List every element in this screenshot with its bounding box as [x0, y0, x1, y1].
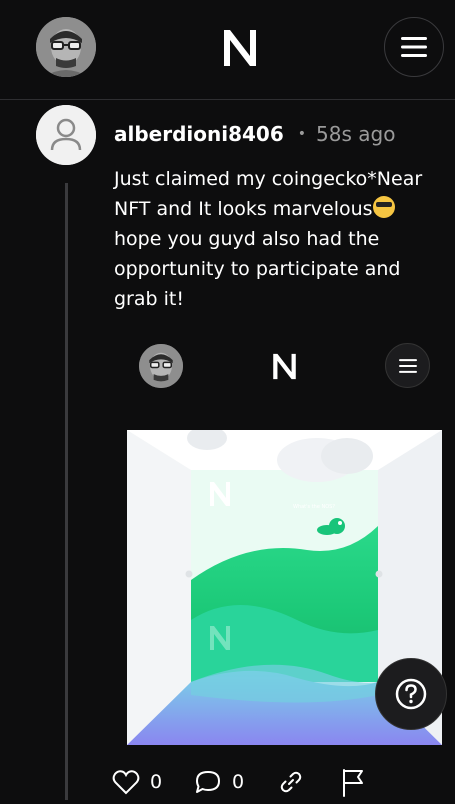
- flag-icon: [343, 769, 363, 797]
- embedded-near-logo-icon: [269, 351, 300, 382]
- comment-count: 0: [232, 771, 245, 793]
- post-actions: 0 0: [112, 765, 412, 799]
- post-author-avatar[interactable]: [36, 105, 96, 165]
- post-timestamp[interactable]: 58s ago: [316, 122, 395, 146]
- help-button[interactable]: [375, 658, 447, 730]
- post-body: Just claimed my coingecko*Near NFT and I…: [114, 164, 444, 314]
- like-count: 0: [150, 771, 163, 793]
- sunglasses-emoji-icon: [372, 196, 395, 218]
- hamburger-menu-icon: [401, 37, 427, 57]
- comment-bubble-icon: [196, 771, 220, 793]
- link-icon: [280, 771, 302, 793]
- embedded-menu-icon: [385, 343, 430, 388]
- avatar-face-icon: [139, 344, 183, 388]
- comment-button[interactable]: 0: [194, 765, 244, 799]
- separator-dot: •: [297, 126, 307, 142]
- post-username[interactable]: alberdioni8406: [114, 122, 284, 146]
- heart-icon: [112, 770, 140, 795]
- like-button[interactable]: 0: [112, 765, 162, 799]
- thread-line: [65, 183, 68, 800]
- avatar-face-icon: [36, 17, 96, 77]
- embedded-avatar: [139, 344, 183, 388]
- report-button[interactable]: [340, 765, 366, 799]
- profile-avatar[interactable]: [36, 17, 96, 77]
- top-navigation-bar: [0, 0, 455, 100]
- default-user-icon: [36, 105, 96, 165]
- near-logo-icon[interactable]: [218, 26, 262, 70]
- menu-button[interactable]: [384, 17, 444, 77]
- share-link-button[interactable]: [278, 765, 304, 799]
- question-mark-icon: [395, 678, 427, 710]
- nft-caption: What's the NOS?: [293, 504, 335, 510]
- post-meta: alberdioni8406 • 58s ago: [114, 120, 395, 148]
- post-text-continued: hope you guyd also had the opportunity t…: [114, 228, 401, 310]
